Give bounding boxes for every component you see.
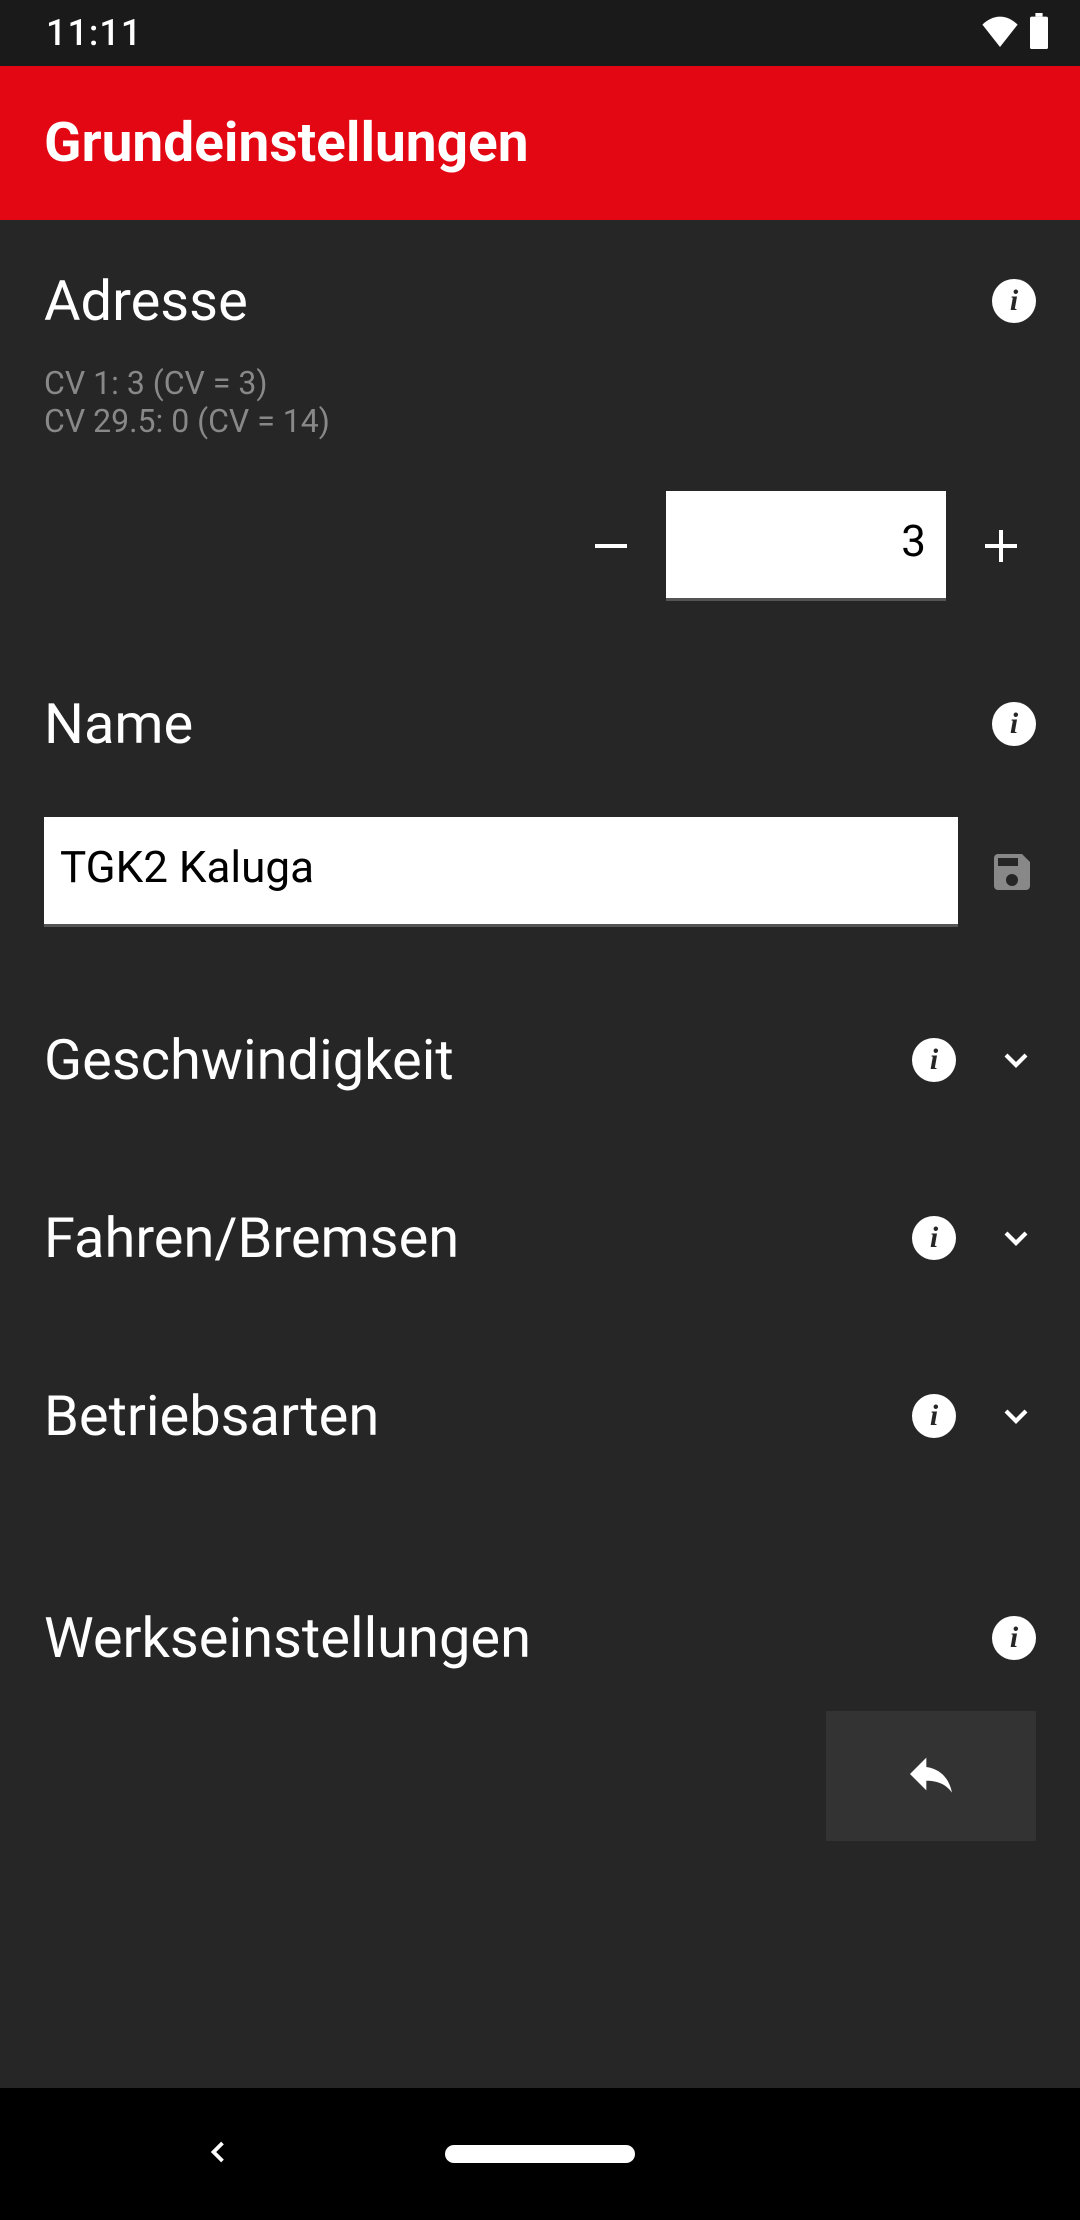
cv-line-2: CV 29.5: 0 (CV = 14) <box>44 402 1036 440</box>
cv-line-1: CV 1: 3 (CV = 3) <box>44 364 1036 402</box>
speed-controls <box>912 1038 1036 1082</box>
undo-icon <box>903 1746 959 1806</box>
status-bar: 11:11 <box>0 0 1080 66</box>
info-icon[interactable] <box>912 1216 956 1260</box>
modes-section[interactable]: Betriebsarten <box>0 1327 1080 1505</box>
modes-title: Betriebsarten <box>44 1383 379 1449</box>
info-icon[interactable] <box>992 702 1036 746</box>
drive-brake-controls <box>912 1216 1036 1260</box>
modes-controls <box>912 1394 1036 1438</box>
status-time: 11:11 <box>46 12 142 54</box>
reset-row <box>44 1711 1036 1841</box>
speed-section[interactable]: Geschwindigkeit <box>0 947 1080 1149</box>
app-header: Grundeinstellungen <box>0 66 1080 220</box>
address-stepper <box>44 491 1036 601</box>
wifi-icon <box>980 15 1020 51</box>
name-title: Name <box>44 691 193 757</box>
save-icon[interactable] <box>988 848 1036 896</box>
decrement-button[interactable] <box>576 511 646 581</box>
address-input[interactable] <box>666 491 946 601</box>
info-icon[interactable] <box>912 1038 956 1082</box>
increment-button[interactable] <box>966 511 1036 581</box>
address-header: Adresse <box>44 268 1036 334</box>
name-input-row <box>44 817 1036 927</box>
chevron-down-icon[interactable] <box>996 1218 1036 1258</box>
info-icon[interactable] <box>992 279 1036 323</box>
chevron-down-icon[interactable] <box>996 1396 1036 1436</box>
info-icon[interactable] <box>992 1616 1036 1660</box>
reset-button[interactable] <box>826 1711 1036 1841</box>
drive-brake-title: Fahren/Bremsen <box>44 1205 459 1271</box>
status-icons <box>980 13 1050 53</box>
chevron-down-icon[interactable] <box>996 1040 1036 1080</box>
factory-section: Werkseinstellungen <box>0 1505 1080 1871</box>
navigation-bar <box>0 2088 1080 2220</box>
name-header: Name <box>44 691 1036 757</box>
speed-title: Geschwindigkeit <box>44 1027 454 1093</box>
name-section: Name <box>0 621 1080 947</box>
nav-back-icon[interactable] <box>200 2134 236 2174</box>
address-title: Adresse <box>44 268 248 334</box>
nav-home-pill[interactable] <box>445 2145 635 2163</box>
info-icon[interactable] <box>912 1394 956 1438</box>
page-title: Grundeinstellungen <box>44 111 529 175</box>
factory-header: Werkseinstellungen <box>44 1605 1036 1671</box>
drive-brake-section[interactable]: Fahren/Bremsen <box>0 1149 1080 1327</box>
address-cv-info: CV 1: 3 (CV = 3) CV 29.5: 0 (CV = 14) <box>44 364 1036 441</box>
battery-icon <box>1028 13 1050 53</box>
main-content: Adresse CV 1: 3 (CV = 3) CV 29.5: 0 (CV … <box>0 220 1080 2088</box>
address-section: Adresse CV 1: 3 (CV = 3) CV 29.5: 0 (CV … <box>0 220 1080 621</box>
factory-title: Werkseinstellungen <box>44 1605 531 1671</box>
name-input[interactable] <box>44 817 958 927</box>
